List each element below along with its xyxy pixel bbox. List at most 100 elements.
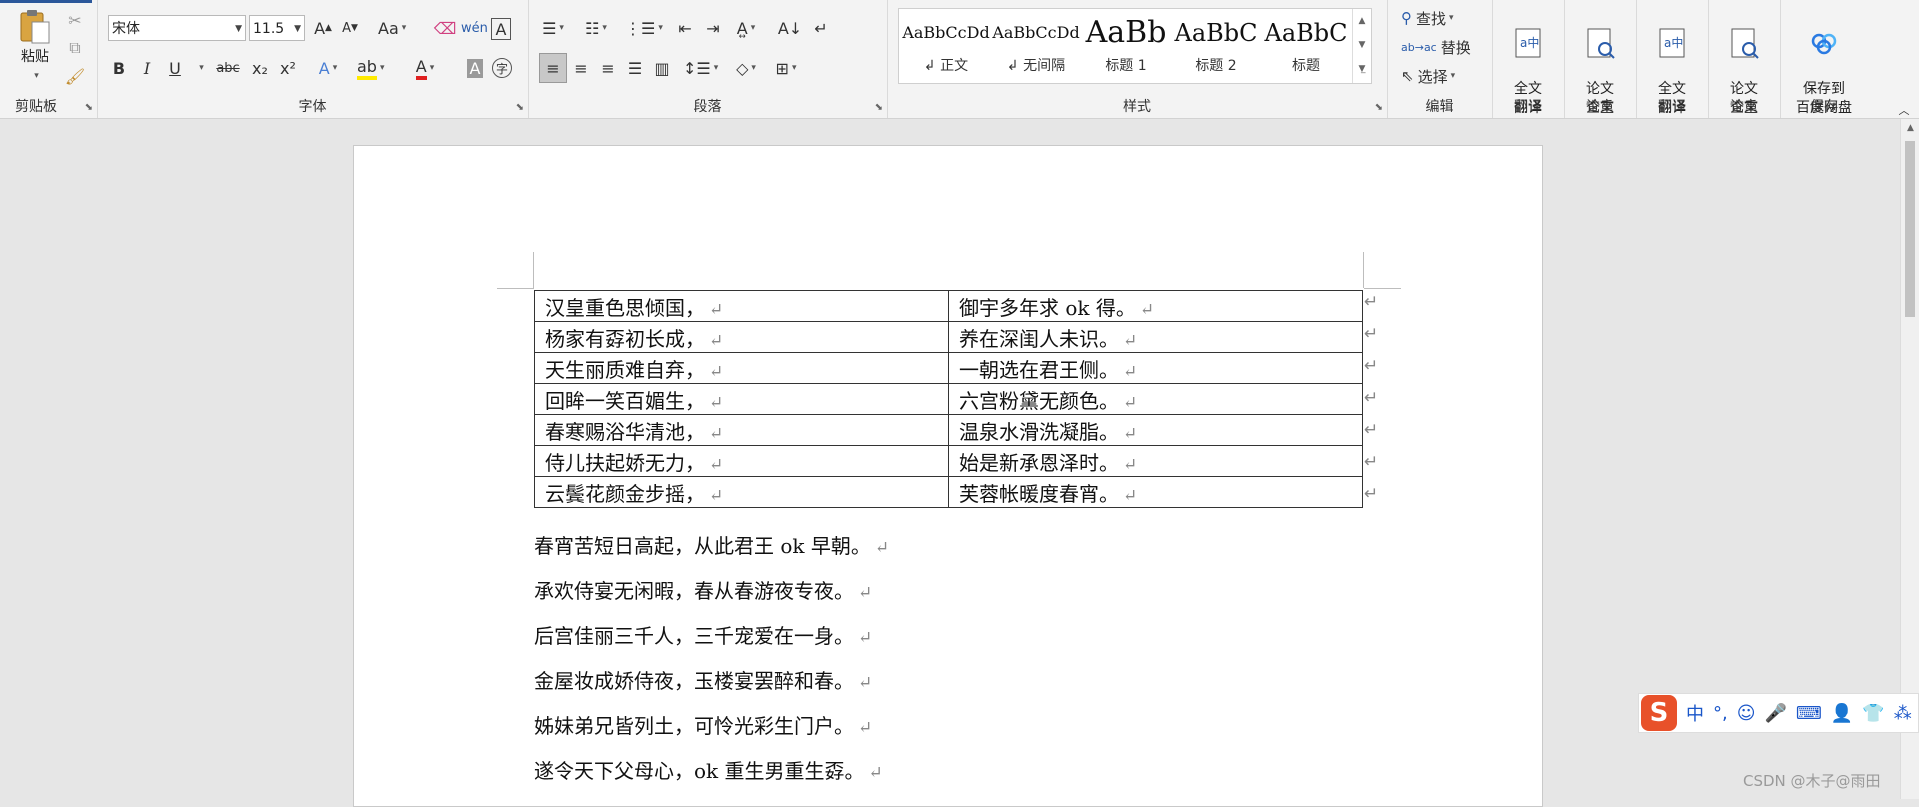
text-line[interactable]: 姊妹弟兄皆列土，可怜光彩生门户。 ↵ bbox=[534, 710, 872, 739]
ime-toolbar: S 中 °, ☺ 🎤 ⌨ 👤 👕 ⁂ bbox=[1638, 693, 1919, 733]
align-left-button[interactable]: ≡ bbox=[539, 53, 567, 83]
group-label-editing: 编辑 bbox=[1425, 99, 1454, 115]
char-border-icon[interactable]: A bbox=[491, 18, 511, 40]
crop-mark bbox=[1364, 288, 1401, 289]
scroll-up-icon[interactable]: ▲ bbox=[1901, 123, 1919, 133]
text-line[interactable]: 金屋妆成娇侍夜，玉楼宴罢醉和春。 ↵ bbox=[534, 665, 872, 694]
clear-format-icon[interactable]: ⌫ bbox=[432, 14, 458, 42]
numbering-icon[interactable]: ☷ ▾ bbox=[583, 14, 609, 42]
align-center-button[interactable]: ≡ bbox=[568, 54, 594, 82]
show-marks-icon[interactable]: ↵ bbox=[808, 14, 834, 42]
table-cell[interactable]: 侍儿扶起娇无力， ↵ bbox=[534, 445, 949, 477]
styles-scroll[interactable]: ▲ ▼ ▼̲ bbox=[1352, 9, 1371, 83]
justify-button[interactable]: ☰ bbox=[622, 54, 648, 82]
style-normal[interactable]: AaBbCcDd ↲ 正文 bbox=[901, 11, 991, 81]
font-size-select[interactable]: 11.5 ▼ bbox=[249, 15, 305, 41]
sogou-logo-icon[interactable]: S bbox=[1641, 695, 1677, 731]
style-title[interactable]: AaBbC 标题 bbox=[1261, 11, 1351, 81]
group-label-save: 保存 bbox=[1810, 99, 1838, 115]
char-shading-icon[interactable]: A bbox=[462, 54, 488, 82]
table-cell[interactable]: 芙蓉帐暖度春宵。 ↵ bbox=[948, 476, 1363, 508]
expand-icon[interactable]: ▼̲ bbox=[1353, 57, 1371, 81]
change-case-button[interactable]: Aa ▾ bbox=[378, 14, 406, 42]
borders-icon[interactable]: ⊞ ▾ bbox=[773, 54, 799, 82]
underline-dropdown[interactable]: ▾ bbox=[187, 54, 213, 82]
keyboard-icon[interactable]: ⌨ bbox=[1796, 703, 1822, 724]
styles-launcher-icon[interactable]: ⬊ bbox=[1375, 102, 1383, 113]
sort-icon[interactable]: A↓ bbox=[777, 14, 803, 42]
style-no-spacing[interactable]: AaBbCcDd ↲ 无间隔 bbox=[991, 11, 1081, 81]
translate-icon: a中 bbox=[1659, 28, 1685, 58]
strikethrough-button[interactable]: abc bbox=[215, 54, 241, 82]
paragraph-launcher-icon[interactable]: ⬊ bbox=[875, 102, 883, 113]
copy-button[interactable]: ⧉ bbox=[62, 34, 88, 62]
text-line[interactable]: 春宵苦短日高起，从此君王 ok 早朝。 ↵ bbox=[534, 530, 889, 559]
increase-indent-icon[interactable]: ⇥ bbox=[700, 14, 726, 42]
phonetic-guide-icon[interactable]: wén bbox=[461, 14, 488, 42]
enclose-char-icon[interactable]: 字 bbox=[489, 54, 515, 82]
chevron-up-icon[interactable]: ▲ bbox=[1353, 9, 1371, 33]
format-painter-button[interactable]: 🖌 bbox=[62, 62, 88, 90]
table-cell[interactable]: 天生丽质难自弃， ↵ bbox=[534, 352, 949, 384]
crop-mark bbox=[1363, 252, 1364, 288]
table-cell[interactable]: 温泉水滑洗凝脂。 ↵ bbox=[948, 414, 1363, 446]
line-spacing-icon[interactable]: ↕☰ ▾ bbox=[683, 54, 718, 82]
bullets-icon[interactable]: ☰ ▾ bbox=[540, 14, 566, 42]
table-cell[interactable]: 春寒赐浴华清池， ↵ bbox=[534, 414, 949, 446]
underline-button[interactable]: U bbox=[162, 54, 188, 82]
svg-text:a中: a中 bbox=[1664, 35, 1683, 50]
text-line[interactable]: 遂令天下父母心，ok 重生男重生孬。 ↵ bbox=[534, 755, 883, 784]
align-right-button[interactable]: ≡ bbox=[595, 54, 621, 82]
font-color-icon[interactable]: A ▾ bbox=[412, 54, 438, 82]
table-cell[interactable]: 六宫粉黛无颜色。 ↵ bbox=[948, 383, 1363, 415]
chevron-down-icon[interactable]: ▼ bbox=[1353, 33, 1371, 57]
table-cell[interactable]: 一朝选在君王侧。 ↵ bbox=[948, 352, 1363, 384]
font-launcher-icon[interactable]: ⬊ bbox=[516, 102, 524, 113]
table-cell[interactable]: 云鬓花颜金步摇， ↵ bbox=[534, 476, 949, 508]
clipboard-launcher-icon[interactable]: ⬊ bbox=[85, 102, 93, 113]
table-cell[interactable]: 御宇多年求 ok 得。 ↵ bbox=[948, 290, 1363, 322]
scroll-thumb[interactable] bbox=[1905, 141, 1915, 317]
table-cell[interactable]: 始是新承恩泽时。 ↵ bbox=[948, 445, 1363, 477]
text-line[interactable]: 后宫佳丽三千人，三千宠爱在一身。 ↵ bbox=[534, 620, 872, 649]
bold-button[interactable]: B bbox=[106, 54, 132, 82]
text-line[interactable]: 承欢侍宴无闲暇，春从春游夜专夜。 ↵ bbox=[534, 575, 872, 604]
select-button[interactable]: ⇖ 选择 ▾ bbox=[1401, 62, 1455, 90]
cut-button[interactable]: ✂ bbox=[62, 6, 88, 34]
table-row: 云鬓花颜金步摇， ↵ 芙蓉帐暖度春宵。 ↵ bbox=[534, 476, 1363, 508]
ime-language-toggle[interactable]: 中 bbox=[1686, 700, 1704, 726]
subscript-button[interactable]: x₂ bbox=[247, 54, 273, 82]
superscript-button[interactable]: x² bbox=[275, 54, 301, 82]
italic-button[interactable]: I bbox=[134, 54, 160, 82]
row-end-mark: ↵ bbox=[1364, 388, 1379, 408]
skin-icon[interactable]: 👕 bbox=[1862, 703, 1884, 724]
find-button[interactable]: ⚲ 查找 ▾ bbox=[1401, 4, 1454, 32]
row-end-mark: ↵ bbox=[1364, 420, 1379, 440]
table-cell[interactable]: 汉皇重色思倾国， ↵ bbox=[534, 290, 949, 322]
font-name-select[interactable]: 宋体 ▼ bbox=[108, 15, 246, 41]
user-icon[interactable]: 👤 bbox=[1831, 703, 1853, 724]
group-editing: ⚲ 查找 ▾ ab→ac 替换 ⇖ 选择 ▾ 编辑 bbox=[1387, 0, 1493, 118]
paste-button[interactable]: 粘贴 ▾ bbox=[10, 8, 60, 86]
microphone-icon[interactable]: 🎤 bbox=[1765, 703, 1787, 724]
table-cell[interactable]: 养在深闺人未识。 ↵ bbox=[948, 321, 1363, 353]
poem-table[interactable]: 汉皇重色思倾国， ↵ 御宇多年求 ok 得。 ↵ 杨家有孬初长成， ↵ 养在深闺人未识… bbox=[534, 290, 1363, 508]
table-cell[interactable]: 杨家有孬初长成， ↵ bbox=[534, 321, 949, 353]
punctuation-icon[interactable]: °, bbox=[1713, 703, 1728, 724]
shrink-font-button[interactable]: A ▼ bbox=[337, 14, 363, 42]
replace-button[interactable]: ab→ac 替换 bbox=[1401, 33, 1471, 61]
highlight-color-icon[interactable]: ab ▾ bbox=[357, 54, 385, 82]
decrease-indent-icon[interactable]: ⇤ bbox=[672, 14, 698, 42]
distributed-button[interactable]: ▥ bbox=[649, 54, 675, 82]
chinese-layout-icon[interactable]: A͍ ▾ bbox=[733, 14, 759, 42]
apps-icon[interactable]: ⁂ bbox=[1894, 703, 1912, 724]
table-cell[interactable]: 回眸一笑百媚生， ↵ bbox=[534, 383, 949, 415]
style-heading-1[interactable]: AaBb 标题 1 bbox=[1081, 11, 1171, 81]
style-heading-2[interactable]: AaBbC 标题 2 bbox=[1171, 11, 1261, 81]
grow-font-button[interactable]: A ▲ bbox=[310, 14, 336, 42]
multilevel-list-icon[interactable]: ⋮☰ ▾ bbox=[625, 14, 663, 42]
replace-icon: ab→ac bbox=[1401, 40, 1437, 54]
emoji-icon[interactable]: ☺ bbox=[1737, 703, 1756, 724]
text-effects-icon[interactable]: A ▾ bbox=[315, 54, 341, 82]
shading-icon[interactable]: ◇ ▾ bbox=[733, 54, 759, 82]
